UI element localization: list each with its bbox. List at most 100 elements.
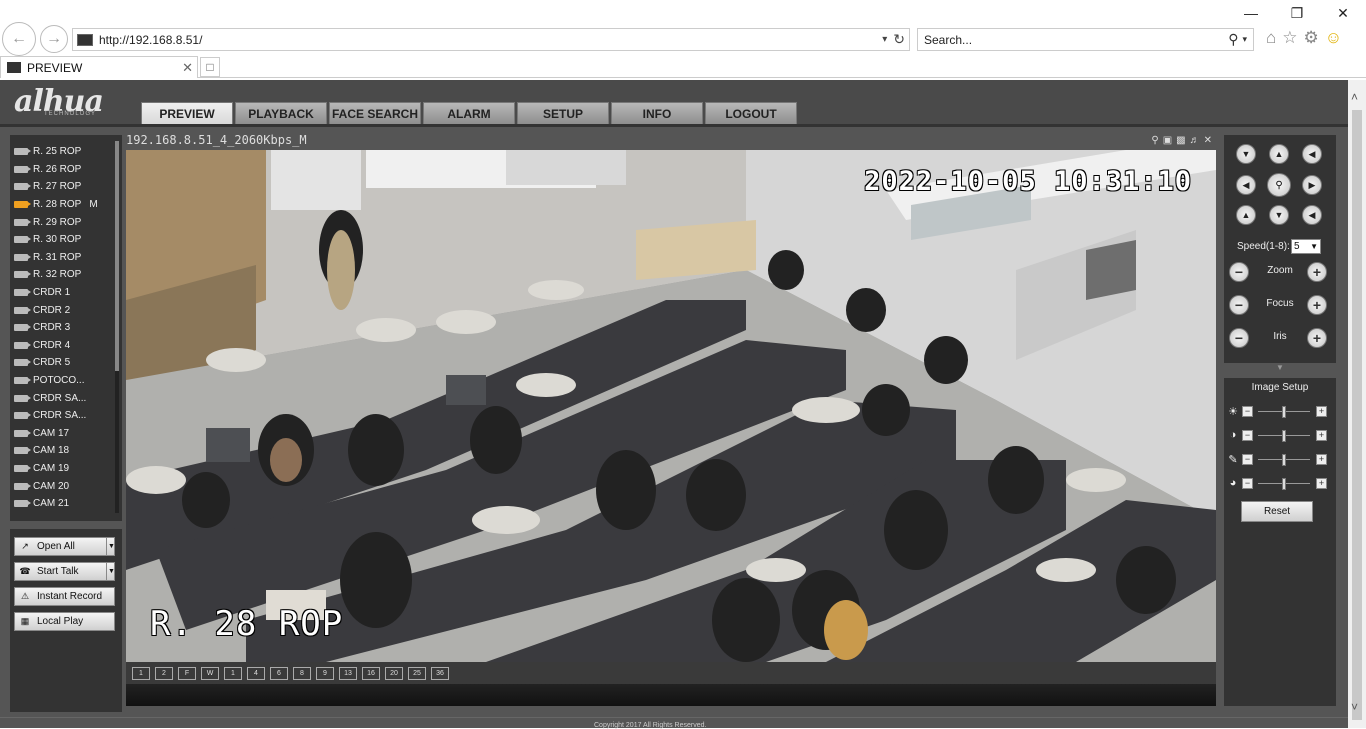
ptz-up-left-button[interactable]: ▼: [1236, 144, 1256, 164]
camera-list-item[interactable]: CAM 20: [14, 477, 114, 495]
layout-button[interactable]: 8: [293, 666, 311, 680]
zoom-icon[interactable]: ⚲: [1151, 135, 1158, 146]
tab-playback[interactable]: PLAYBACK: [235, 102, 327, 125]
close-window-button[interactable]: ✕: [1320, 2, 1366, 24]
collapse-arrow-icon[interactable]: ▼: [1276, 363, 1284, 372]
slider-thumb[interactable]: [1282, 430, 1286, 442]
instant-record-button[interactable]: ⚠ Instant Record: [14, 587, 115, 606]
open-all-button[interactable]: ↗ Open All ▼: [14, 537, 115, 556]
camera-list-item[interactable]: CRDR SA...: [14, 389, 114, 407]
ptz-left-button[interactable]: ◀: [1236, 175, 1256, 195]
camera-list-item[interactable]: CRDR 5: [14, 354, 114, 372]
layout-button[interactable]: 9: [316, 666, 334, 680]
tab-alarm[interactable]: ALARM: [423, 102, 515, 125]
decrease-button[interactable]: −: [1242, 478, 1253, 489]
camera-list-item[interactable]: R. 25 ROP: [14, 143, 114, 161]
layout-button[interactable]: F: [178, 666, 196, 680]
ptz-down-right-button[interactable]: ◀: [1302, 205, 1322, 225]
refresh-icon[interactable]: ↻: [893, 31, 905, 48]
layout-button[interactable]: 25: [408, 666, 426, 680]
chevron-down-icon[interactable]: ▾: [1242, 34, 1247, 45]
local-play-button[interactable]: ▦ Local Play: [14, 612, 115, 631]
ptz-right-button[interactable]: ▶: [1302, 175, 1322, 195]
camera-list-item[interactable]: R. 29 ROP: [14, 213, 114, 231]
live-video[interactable]: 2022-10-05 10:31:10 R. 28 ROP: [126, 150, 1216, 662]
ptz-down-button[interactable]: ▼: [1269, 205, 1289, 225]
camera-list-item[interactable]: CAM 19: [14, 460, 114, 478]
reset-button[interactable]: Reset: [1241, 501, 1313, 522]
close-icon[interactable]: ✕: [182, 60, 193, 76]
camera-list-item[interactable]: CRDR 1: [14, 284, 114, 302]
forward-button[interactable]: →: [40, 25, 68, 53]
search-input[interactable]: Search...: [924, 33, 1228, 47]
layout-button[interactable]: 1: [132, 666, 150, 680]
layout-button[interactable]: W: [201, 666, 219, 680]
speed-select[interactable]: 5 ▼: [1291, 239, 1321, 254]
camera-list-item[interactable]: CRDR 4: [14, 337, 114, 355]
ptz-down-left-button[interactable]: ▲: [1236, 205, 1256, 225]
home-icon[interactable]: ⌂: [1266, 28, 1276, 48]
camera-list-item[interactable]: R. 27 ROP: [14, 178, 114, 196]
smiley-icon[interactable]: ☺: [1325, 28, 1342, 48]
tab-setup[interactable]: SETUP: [517, 102, 609, 125]
decrease-button[interactable]: −: [1242, 454, 1253, 465]
page-scrollbar[interactable]: ˄ ˅: [1348, 80, 1366, 728]
tab-info[interactable]: INFO: [611, 102, 703, 125]
increase-button[interactable]: +: [1316, 478, 1327, 489]
address-bar[interactable]: http://192.168.8.51/ ▾ ↻: [72, 28, 910, 51]
ptz-up-button[interactable]: ▲: [1269, 144, 1289, 164]
close-icon[interactable]: ✕: [1204, 135, 1212, 146]
iris-open-button[interactable]: +: [1307, 328, 1327, 348]
increase-button[interactable]: +: [1316, 430, 1327, 441]
address-url[interactable]: http://192.168.8.51/: [99, 33, 882, 47]
layout-button[interactable]: 4: [247, 666, 265, 680]
camera-list-scrollbar[interactable]: [115, 141, 119, 513]
layout-button[interactable]: 36: [431, 666, 449, 680]
camera-list-item[interactable]: CAM 21: [14, 495, 114, 513]
camera-list-scroll-thumb[interactable]: [115, 141, 119, 371]
audio-icon[interactable]: ♬: [1190, 135, 1200, 146]
camera-list-item[interactable]: R. 31 ROP: [14, 249, 114, 267]
scroll-thumb[interactable]: [1352, 110, 1362, 720]
scroll-down-icon[interactable]: ˅: [1351, 700, 1358, 714]
tab-logout[interactable]: LOGOUT: [705, 102, 797, 125]
camera-list-item[interactable]: CRDR 3: [14, 319, 114, 337]
camera-list-item[interactable]: R. 28 ROP M: [14, 196, 114, 214]
decrease-button[interactable]: −: [1242, 430, 1253, 441]
focus-in-button[interactable]: +: [1307, 295, 1327, 315]
browser-tab[interactable]: PREVIEW ✕: [0, 56, 198, 78]
minimize-button[interactable]: —: [1228, 2, 1274, 24]
scroll-up-icon[interactable]: ˄: [1351, 90, 1358, 104]
camera-list-item[interactable]: POTOCO...: [14, 372, 114, 390]
chevron-down-icon[interactable]: ▾: [882, 34, 887, 45]
slider-thumb[interactable]: [1282, 478, 1286, 490]
layout-button[interactable]: 1: [224, 666, 242, 680]
tab-preview[interactable]: PREVIEW: [141, 102, 233, 125]
layout-button[interactable]: 16: [362, 666, 380, 680]
increase-button[interactable]: +: [1316, 406, 1327, 417]
slider-thumb[interactable]: [1282, 406, 1286, 418]
camera-list-item[interactable]: R. 30 ROP: [14, 231, 114, 249]
snapshot-icon[interactable]: ▣: [1163, 135, 1172, 146]
layout-button[interactable]: 20: [385, 666, 403, 680]
decrease-button[interactable]: −: [1242, 406, 1253, 417]
favorites-star-icon[interactable]: ☆: [1282, 28, 1297, 48]
chevron-down-icon[interactable]: ▼: [106, 563, 116, 580]
increase-button[interactable]: +: [1316, 454, 1327, 465]
slider-thumb[interactable]: [1282, 454, 1286, 466]
zoom-in-button[interactable]: +: [1307, 262, 1327, 282]
ptz-up-right-button[interactable]: ◀: [1302, 144, 1322, 164]
camera-list-item[interactable]: R. 26 ROP: [14, 161, 114, 179]
layout-button[interactable]: 13: [339, 666, 357, 680]
new-tab-button[interactable]: □: [200, 57, 220, 77]
camera-list-item[interactable]: R. 32 ROP: [14, 266, 114, 284]
search-icon[interactable]: ⚲: [1228, 31, 1238, 48]
layout-button[interactable]: 6: [270, 666, 288, 680]
camera-list-item[interactable]: CAM 17: [14, 425, 114, 443]
camera-list-item[interactable]: CAM 18: [14, 442, 114, 460]
restore-button[interactable]: ❐: [1274, 2, 1320, 24]
chevron-down-icon[interactable]: ▼: [106, 538, 116, 555]
camera-icon[interactable]: ▩: [1176, 135, 1185, 146]
layout-button[interactable]: 2: [155, 666, 173, 680]
search-box[interactable]: Search... ⚲ ▾: [917, 28, 1254, 51]
